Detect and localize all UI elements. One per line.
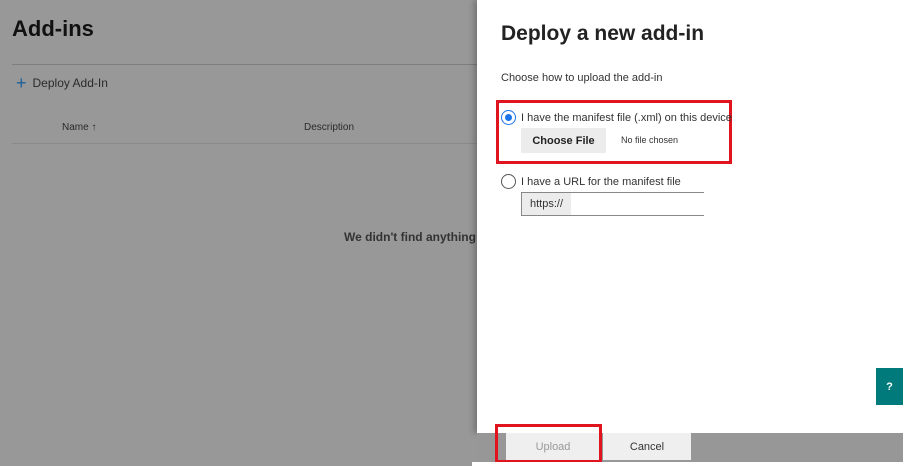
empty-message: We didn't find anything bbox=[344, 230, 476, 244]
deploy-addin-button[interactable]: + Deploy Add-In bbox=[16, 73, 108, 93]
page-title: Add-ins bbox=[12, 16, 94, 41]
background-page: Add-ins + Deploy Add-In Name ↑ Descripti… bbox=[0, 0, 477, 466]
plus-icon: + bbox=[16, 73, 27, 93]
panel-subtitle: Choose how to upload the add-in bbox=[501, 72, 663, 84]
choose-file-button[interactable]: Choose File bbox=[521, 128, 606, 153]
radio-manifest-file[interactable] bbox=[501, 110, 516, 125]
file-status: No file chosen bbox=[621, 135, 679, 145]
url-prefix: https:// bbox=[522, 193, 572, 215]
deploy-addin-panel: Deploy a new add-in Choose how to upload… bbox=[477, 0, 903, 433]
cancel-button[interactable]: Cancel bbox=[603, 433, 691, 460]
deploy-addin-label: Deploy Add-In bbox=[32, 76, 108, 90]
column-header-name[interactable]: Name ↑ bbox=[62, 122, 96, 133]
manifest-url-field[interactable]: https:// bbox=[521, 192, 749, 216]
panel-title: Deploy a new add-in bbox=[501, 22, 705, 45]
radio-manifest-file-label: I have the manifest file (.xml) on this … bbox=[521, 112, 732, 124]
divider bbox=[12, 64, 477, 65]
manifest-url-input[interactable] bbox=[571, 193, 749, 215]
column-header-description[interactable]: Description bbox=[304, 122, 354, 133]
divider bbox=[12, 143, 477, 144]
radio-manifest-url[interactable] bbox=[501, 174, 516, 189]
bottom-strip bbox=[472, 462, 903, 466]
question-circle-icon[interactable]: ? bbox=[876, 368, 903, 405]
radio-manifest-url-label: I have a URL for the manifest file bbox=[521, 176, 681, 188]
highlight-box bbox=[495, 424, 602, 463]
